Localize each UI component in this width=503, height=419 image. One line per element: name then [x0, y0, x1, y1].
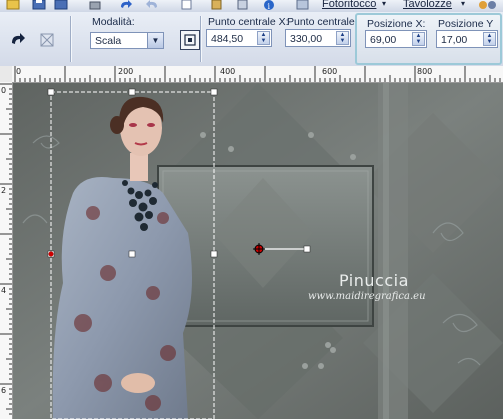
ruler-label: 4	[1, 286, 7, 295]
folder-icon[interactable]	[6, 0, 20, 10]
undo-icon[interactable]	[118, 0, 134, 10]
separator	[70, 16, 72, 62]
center-y-label: Punto centrale Y	[287, 16, 365, 28]
center-y-field[interactable]: 330,00 ▲ ▼	[285, 29, 351, 47]
center-button[interactable]	[180, 30, 200, 50]
reset-icon	[40, 33, 54, 47]
svg-text:i: i	[268, 2, 271, 10]
position-x-label: Posizione X:	[367, 18, 426, 30]
help-icon[interactable]	[478, 0, 500, 10]
horizontal-ruler[interactable]: 0 200 400 600 800	[12, 66, 503, 83]
deform-tool-button[interactable]	[8, 30, 28, 50]
center-x-field[interactable]: 484,50 ▲ ▼	[206, 29, 272, 47]
redo-icon[interactable]	[144, 0, 160, 10]
position-group: Posizione X: 69,00 ▲ ▼ Posizione Y 17,00 …	[355, 13, 502, 65]
ruler-ticks	[0, 83, 12, 415]
info-icon[interactable]: i	[262, 0, 276, 10]
center-icon	[184, 34, 196, 46]
ruler-label: 200	[118, 67, 134, 76]
position-y-field[interactable]: 17,00 ▲ ▼	[436, 30, 498, 48]
save-as-icon[interactable]	[54, 0, 68, 10]
spin-arrows-icon[interactable]: ▲ ▼	[412, 32, 425, 46]
spin-arrows-icon[interactable]: ▲ ▼	[483, 32, 496, 46]
watermark-url: www.maidiregrafica.eu	[308, 291, 426, 302]
canvas-artwork	[13, 83, 503, 419]
ruler-label: 2	[1, 186, 7, 195]
menu-fotoritocco[interactable]: Fotoritocco	[322, 0, 376, 10]
position-x-field[interactable]: 69,00 ▲ ▼	[365, 30, 427, 48]
center-x-label: Punto centrale X:	[208, 16, 289, 28]
position-x-value: 69,00	[370, 34, 397, 46]
ruler-label: 400	[220, 67, 236, 76]
deform-tool-icon	[12, 33, 25, 44]
save-icon[interactable]	[32, 0, 46, 10]
tavolozze-dropdown-icon[interactable]: ▾	[461, 0, 465, 8]
mode-label: Modalità:	[92, 16, 135, 28]
ruler-label: 600	[322, 67, 338, 76]
mode-select[interactable]: Scala ▼	[90, 32, 164, 49]
spin-arrows-icon[interactable]: ▲ ▼	[336, 31, 349, 45]
photo-fix-icon[interactable]	[296, 0, 310, 10]
separator	[200, 16, 202, 62]
print-icon[interactable]	[88, 0, 102, 10]
paste-icon[interactable]	[210, 0, 224, 10]
chevron-down-icon[interactable]: ▼	[147, 33, 163, 48]
position-y-label: Posizione Y	[438, 18, 494, 30]
tool-options-bar: Modalità: Scala ▼ Punto centrale X: 484,…	[0, 12, 503, 67]
fotoritocco-dropdown-icon[interactable]: ▾	[382, 0, 386, 8]
reset-button[interactable]	[38, 30, 58, 50]
spin-arrows-icon[interactable]: ▲ ▼	[257, 31, 270, 45]
vertical-ruler[interactable]: 0 2 4 6	[0, 82, 13, 419]
watermark-title: Pinuccia	[339, 271, 409, 290]
ruler-label: 0	[1, 86, 7, 95]
mode-value: Scala	[95, 35, 122, 47]
image-canvas[interactable]: Pinuccia www.maidiregrafica.eu	[13, 83, 503, 419]
center-x-value: 484,50	[211, 33, 244, 45]
menu-tavolozze[interactable]: Tavolozze	[403, 0, 452, 10]
copy-icon[interactable]	[180, 0, 194, 10]
ruler-label: 800	[417, 67, 433, 76]
position-y-value: 17,00	[441, 34, 468, 46]
ruler-label: 6	[1, 386, 7, 395]
center-y-value: 330,00	[290, 33, 323, 45]
crop-icon[interactable]	[236, 0, 250, 10]
ruler-label: 0	[16, 67, 22, 76]
